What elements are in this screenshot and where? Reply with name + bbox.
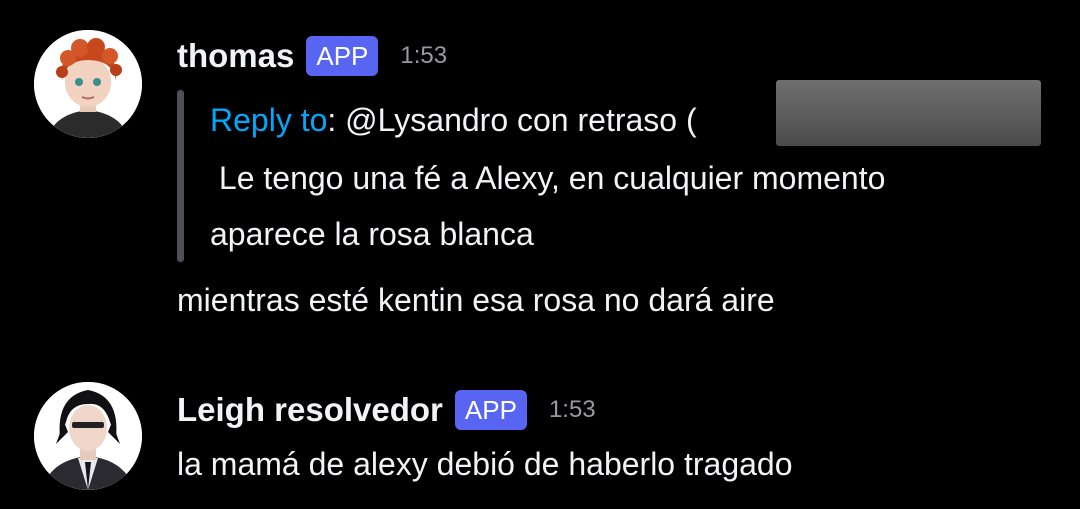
message-text: mientras esté kentin esa rosa no dará ai…: [177, 282, 775, 318]
message-text: la mamá de alexy debió de haberlo tragad…: [177, 446, 793, 482]
username[interactable]: thomas: [177, 37, 294, 75]
reply-quote-bar: [177, 90, 184, 262]
timestamp: 1:53: [400, 42, 448, 69]
reply-label[interactable]: Reply to: [210, 102, 327, 138]
app-badge: APP: [306, 36, 379, 76]
redhead-avatar-icon: [34, 30, 142, 138]
username[interactable]: Leigh resolvedor: [177, 391, 443, 429]
reply-quote-line-1: Le tengo una fé a Alexy, en cualquier mo…: [210, 160, 886, 196]
reply-header[interactable]: Reply to: @Lysandro con retraso (: [210, 100, 697, 140]
redaction-box: [776, 80, 1041, 146]
message-header: Leigh resolvedor APP 1:53: [177, 390, 596, 430]
dark-haired-avatar-icon: [34, 382, 142, 490]
avatar[interactable]: [34, 30, 142, 138]
avatar[interactable]: [34, 382, 142, 490]
app-badge: APP: [454, 390, 527, 430]
reply-quote-line-2: aparece la rosa blanca: [210, 216, 534, 252]
message-header: thomas APP 1:53: [177, 36, 447, 76]
timestamp: 1:53: [548, 396, 596, 423]
reply-mention[interactable]: @Lysandro con retraso (: [345, 102, 696, 138]
reply-separator: :: [327, 102, 346, 138]
